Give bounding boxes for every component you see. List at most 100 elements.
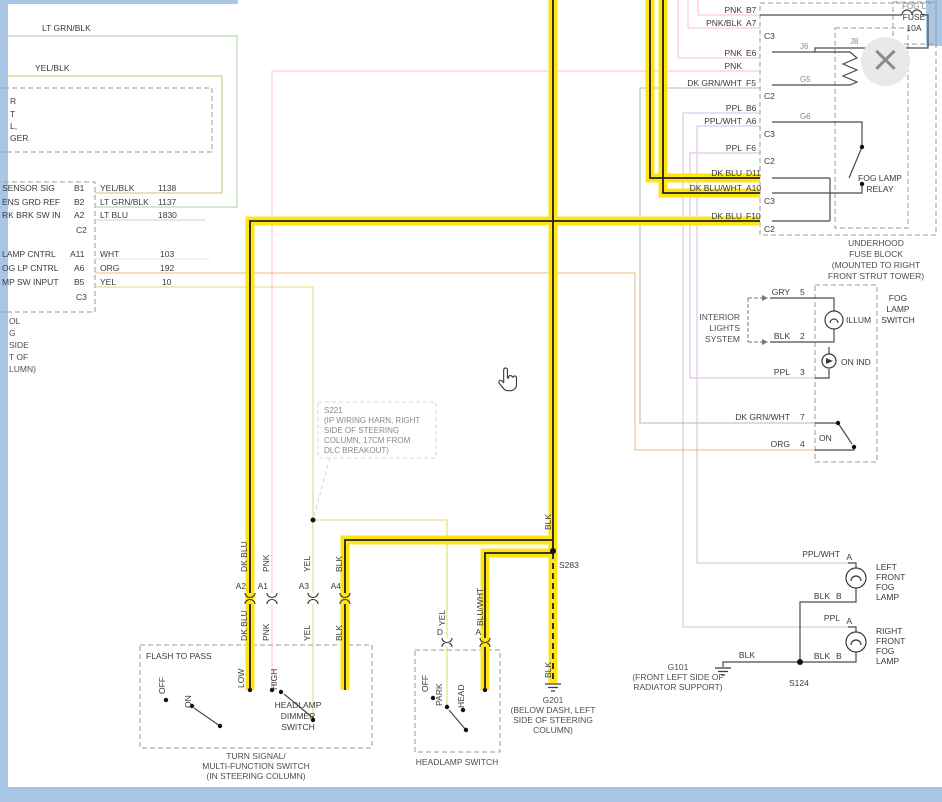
bcm-pin: A11 [70, 249, 85, 259]
switch-position: HIGH [269, 669, 279, 690]
switch-position: LOW [236, 669, 246, 688]
splice-s221-dot [311, 518, 316, 523]
on-label: ON [819, 433, 832, 443]
relay-coil [772, 52, 857, 85]
dimmer-name: SWITCH [281, 722, 315, 732]
g101-caption: G101 [668, 662, 689, 672]
labels: LT GRN/BLK YEL/BLK R T L, GER SENSOR SIG… [2, 2, 927, 781]
lamp-name: FRONT [876, 572, 905, 582]
fb-pin: A6 [746, 116, 757, 126]
fuse-rating: 10A [906, 23, 921, 33]
wire-label: PPL/WHT [802, 549, 840, 559]
dimmer-name: HEADLAMP [275, 700, 322, 710]
bcm-wire: LT BLU [100, 210, 128, 220]
bcm-signal-name: RK BRK SW IN [2, 210, 61, 220]
hl-blk-branch [345, 540, 553, 690]
dimmer-caption: TURN SIGNAL/ [226, 751, 286, 761]
clipped-text: R [10, 96, 16, 106]
fb-connector-c2: C2 [764, 156, 775, 166]
lamp-name: FOG [876, 582, 894, 592]
bcm-wire: WHT [100, 249, 119, 259]
s221-note: DLC BREAKOUT) [324, 446, 389, 455]
switch-levers [194, 694, 466, 730]
bcm-wire: ORG [100, 263, 119, 273]
g201-caption: SIDE OF STEERING [513, 715, 593, 725]
bcm-signal-name: OG LP CNTRL [2, 263, 59, 273]
g201-caption: G201 [543, 695, 564, 705]
fsw-wire: BLK [774, 331, 790, 341]
wire-label: LT GRN/BLK [42, 23, 91, 33]
on-ind-label: ON IND [841, 357, 871, 367]
wire-label-vert: BLK [543, 662, 553, 678]
bcm-circuit: 1137 [158, 197, 177, 207]
g201-caption: (BELOW DASH, LEFT [510, 705, 595, 715]
wire-label-vert: BLK [334, 625, 344, 641]
relay-pin-j8: J8 [850, 37, 859, 46]
switch-position: HEAD [456, 684, 466, 708]
left-fog-lamp-icon [846, 568, 866, 588]
lamp-pin: A [846, 552, 852, 562]
fsw-wire: ORG [771, 439, 790, 449]
lamp-pin: B [836, 651, 842, 661]
dimmer-name: DIMMER [281, 711, 315, 721]
fb-wire: DK BLU/WHT [690, 183, 742, 193]
g101-caption: (FRONT LEFT SIDE OF [632, 672, 723, 682]
diagram-viewer-page: { "viewer": { "close_label": "×" }, "top… [0, 0, 942, 802]
bcm-connector-c2: C2 [76, 225, 87, 235]
fb-wire: PPL [726, 143, 742, 153]
splice-s283-label: S283 [559, 560, 579, 570]
bcm-wire: LT GRN/BLK [100, 197, 149, 207]
fb-wire: PPL [726, 103, 742, 113]
bcm-wire: YEL [100, 277, 116, 287]
bcm-circuit: 192 [160, 263, 174, 273]
fog-switch-name: FOG [889, 293, 907, 303]
fb-pin: F6 [746, 143, 756, 153]
dimmer-caption: (IN STEERING COLUMN) [206, 771, 305, 781]
underhood-fuse-block-box [760, 3, 936, 235]
close-button[interactable]: × [861, 37, 910, 86]
fb-wire: DK BLU [711, 211, 742, 221]
wire-label: BLK [814, 591, 830, 601]
right-fog-lamp-icon [846, 632, 866, 652]
lamp-name: LAMP [876, 592, 899, 602]
headlamp-pin: A [475, 627, 481, 637]
wiring-diagram-canvas: LT GRN/BLK YEL/BLK R T L, GER SENSOR SIG… [0, 0, 942, 802]
wire-label-vert: YEL [302, 625, 312, 641]
switch-position: ON [183, 695, 193, 708]
wire-label: PPL [824, 613, 840, 623]
s221-note: S221 [324, 406, 343, 415]
s221-note: SIDE OF STEERING [324, 426, 399, 435]
illum-label: ILLUM [846, 315, 871, 325]
headlamp-pin: D [437, 627, 443, 637]
wire-label-vert: YEL [437, 610, 447, 626]
dimmer-caption: MULTI-FUNCTION SWITCH [202, 761, 310, 771]
fb-wire: DK BLU [711, 168, 742, 178]
bcm-pin: B1 [74, 183, 85, 193]
fuse-name-clipped: FOG L [902, 2, 927, 11]
wire-label-vert: YEL [302, 556, 312, 572]
lamp-pin: A [846, 616, 852, 626]
fog-switch-name: LAMP [886, 304, 909, 314]
relay-pin-j6: J6 [800, 42, 809, 51]
g101-caption: RADIATOR SUPPORT) [633, 682, 722, 692]
fb-wire: DK GRN/WHT [687, 78, 742, 88]
component-boxes [0, 2, 936, 752]
bcm-pin: B2 [74, 197, 85, 207]
lamp-name: LAMP [876, 656, 899, 666]
bcm-signal-name: ENS GRD REF [2, 197, 60, 207]
wire-label-vert: BLK [543, 514, 553, 530]
fsw-pin: 3 [800, 367, 805, 377]
faint-wires [8, 0, 848, 718]
bcm-circuit: 1830 [158, 210, 177, 220]
wire-label-vert: PNK [261, 623, 271, 641]
ground-symbol-g201 [545, 684, 561, 691]
fb-pin: A7 [746, 18, 757, 28]
fb-wire: PNK [725, 5, 743, 15]
dimmer-pin: A2 [236, 581, 247, 591]
fuse-label: FUSE [903, 12, 926, 22]
wire-label-vert: BLU/WHT [475, 588, 485, 626]
bcm-pin: A6 [74, 263, 85, 273]
clipped-text: OL [9, 316, 21, 326]
headlamp-caption: HEADLAMP SWITCH [416, 757, 499, 767]
fb-connector-c3: C3 [764, 196, 775, 206]
